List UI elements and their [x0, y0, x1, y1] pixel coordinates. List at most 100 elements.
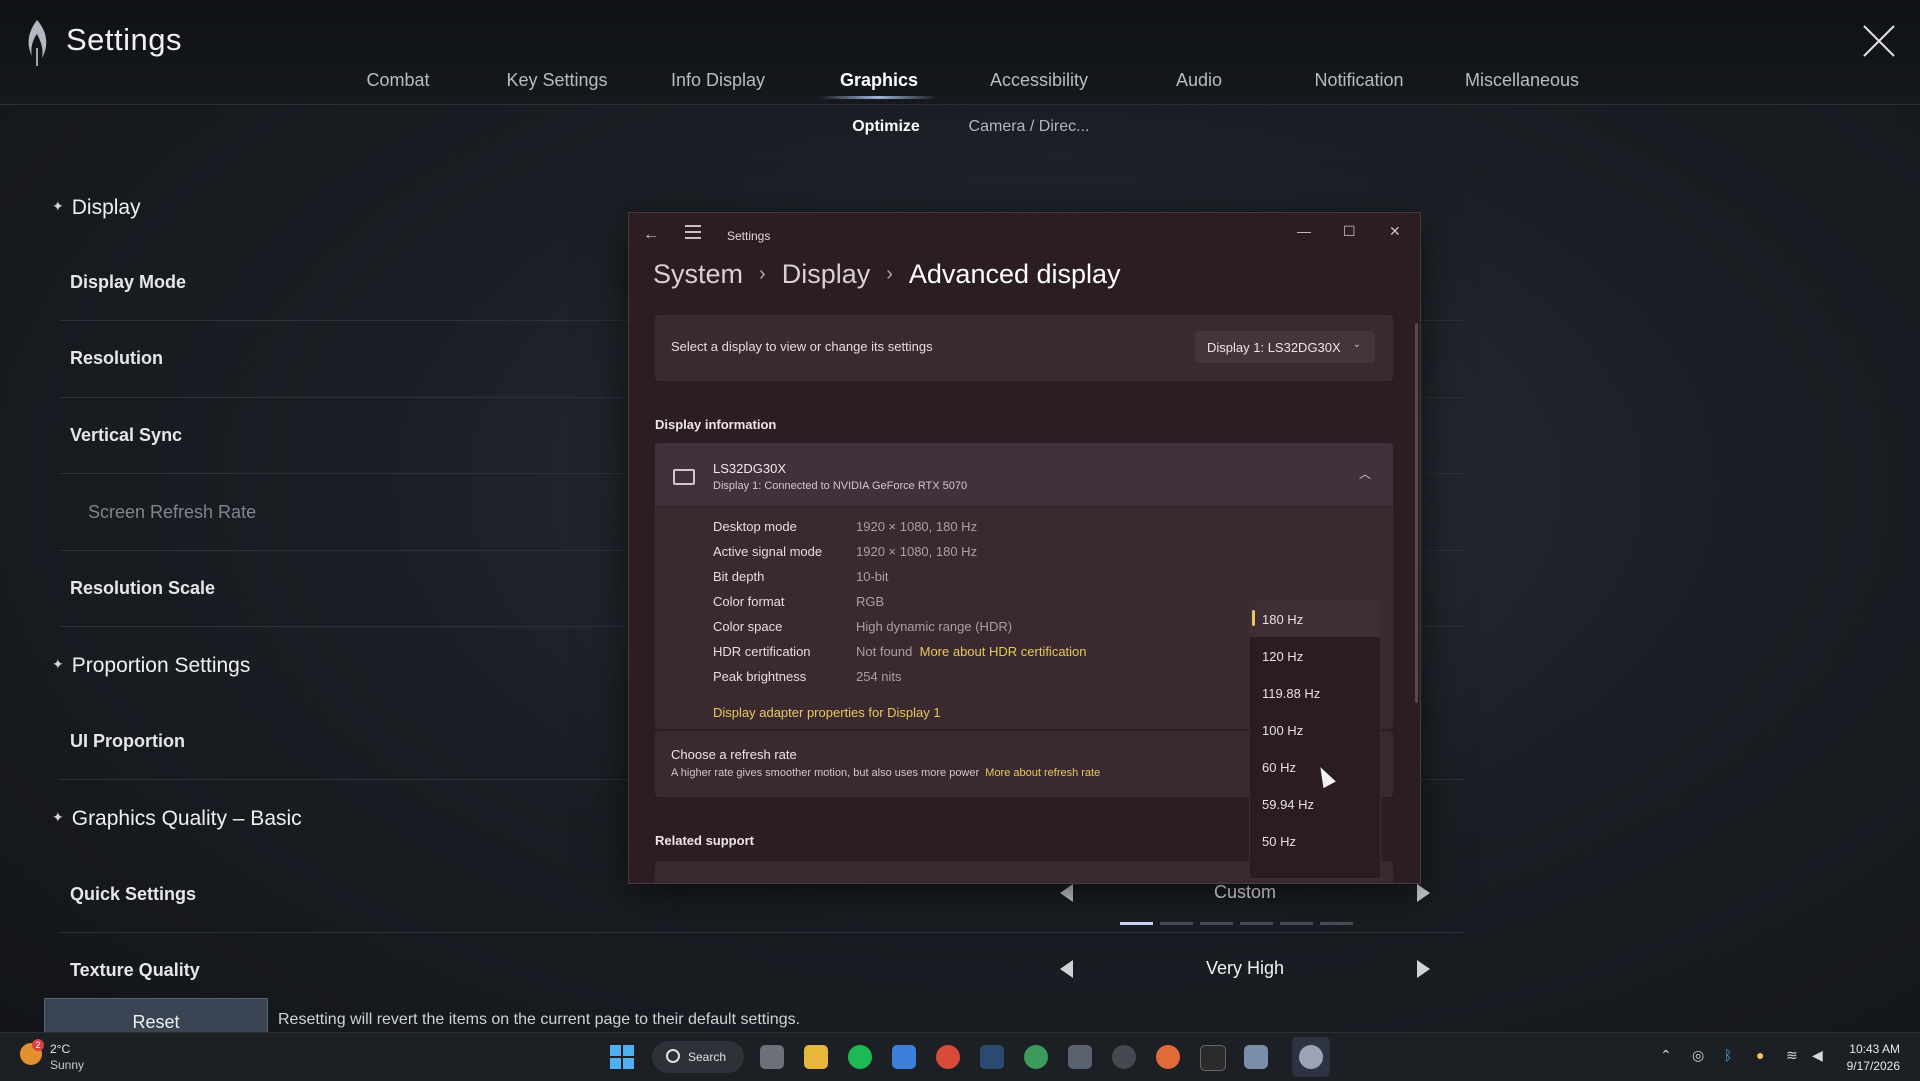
chevron-up-icon[interactable]: ⌃	[1660, 1047, 1672, 1064]
chevron-down-icon: ⌄	[1352, 339, 1361, 350]
microphone-icon[interactable]: ●	[1756, 1047, 1764, 1063]
hdr-certification-link[interactable]: More about HDR certification	[920, 644, 1087, 659]
info-value: 10-bit	[856, 569, 889, 584]
settings-gear-icon[interactable]	[1299, 1045, 1323, 1069]
close-icon[interactable]	[1860, 22, 1898, 60]
display-dropdown-value: Display 1: LS32DG30X	[1207, 340, 1341, 355]
window-title: Settings	[727, 229, 771, 243]
active-tab-indicator	[818, 96, 938, 99]
step-dot	[1240, 922, 1273, 925]
windows-start-icon[interactable]	[610, 1045, 634, 1069]
section-display-title: Display	[71, 196, 141, 219]
monitor-icon	[673, 469, 695, 485]
bluetooth-icon[interactable]: ᛒ	[1724, 1047, 1732, 1063]
setting-vertical-sync[interactable]: Vertical Sync	[70, 425, 182, 446]
maximize-icon[interactable]: ☐	[1343, 223, 1356, 240]
tab-miscellaneous[interactable]: Miscellaneous	[1465, 70, 1579, 91]
chevron-up-icon[interactable]: ︿	[1359, 465, 1371, 482]
refresh-option-100[interactable]: 100 Hz	[1250, 711, 1380, 748]
windows-settings-window: ← Settings — ☐ ✕ System › Display › Advanced…	[628, 212, 1421, 884]
info-key: Color space	[713, 619, 783, 634]
refresh-option-label: 100 Hz	[1262, 723, 1304, 738]
select-display-card: Select a display to view or change its s…	[655, 315, 1393, 381]
file-explorer-icon[interactable]	[804, 1045, 828, 1069]
display-dropdown[interactable]: Display 1: LS32DG30X ⌄	[1195, 331, 1375, 363]
window-close-icon[interactable]: ✕	[1389, 223, 1401, 240]
store-icon[interactable]	[892, 1045, 916, 1069]
breadcrumb-system[interactable]: System	[653, 259, 743, 289]
tab-combat[interactable]: Combat	[366, 70, 429, 91]
section-graphics-quality: ✦ Graphics Quality – Basic	[52, 807, 302, 831]
refresh-rate-desc: A higher rate gives smoother motion, but…	[671, 767, 1100, 779]
taskbar-search[interactable]: Search	[652, 1041, 744, 1073]
spotify-icon[interactable]	[848, 1045, 872, 1069]
setting-quick-settings[interactable]: Quick Settings	[70, 884, 196, 905]
refresh-option-120[interactable]: 120 Hz	[1250, 637, 1380, 674]
refresh-option-label: 180 Hz	[1262, 612, 1304, 627]
tab-accessibility[interactable]: Accessibility	[990, 70, 1088, 91]
monitor-connection: Display 1: Connected to NVIDIA GeForce R…	[713, 480, 968, 492]
taskbar: 2 2°C Sunny Search ⌃ ◎ ᛒ ● ≋ ◀ 10:43 AM …	[0, 1032, 1920, 1081]
step-dot	[1280, 922, 1313, 925]
monitor-name: LS32DG30X	[713, 461, 786, 476]
chrome-icon[interactable]	[936, 1045, 960, 1069]
subtab-camera-direction[interactable]: Camera / Direc...	[969, 118, 1090, 136]
texture-quality-next-button[interactable]	[1417, 960, 1430, 978]
volume-icon[interactable]: ◀	[1812, 1047, 1823, 1064]
display-info-header[interactable]: LS32DG30X Display 1: Connected to NVIDIA…	[655, 443, 1393, 505]
refresh-option-180[interactable]: 180 Hz	[1250, 600, 1380, 637]
setting-resolution[interactable]: Resolution	[70, 348, 163, 369]
section-display: ✦ Display	[52, 196, 141, 220]
subtab-optimize[interactable]: Optimize	[852, 118, 920, 136]
sub-tabs: Optimize Camera / Direc...	[0, 104, 1920, 152]
monitor-app-icon[interactable]	[1068, 1045, 1092, 1069]
wifi-icon[interactable]: ≋	[1786, 1047, 1798, 1064]
reset-note: Resetting will revert the items on the c…	[278, 1011, 801, 1028]
app-title: Settings	[66, 22, 183, 57]
adapter-properties-link[interactable]: Display adapter properties for Display 1	[713, 705, 941, 720]
clock-date[interactable]: 9/17/2026	[1847, 1059, 1900, 1073]
setting-display-mode[interactable]: Display Mode	[70, 272, 186, 293]
info-value: 254 nits	[856, 669, 902, 684]
chrome-alt-icon[interactable]	[1156, 1045, 1180, 1069]
setting-ui-proportion[interactable]: UI Proportion	[70, 731, 185, 752]
tray-app-icon[interactable]: ◎	[1692, 1047, 1704, 1064]
photos-icon[interactable]	[1244, 1045, 1268, 1069]
minimize-icon[interactable]: —	[1297, 223, 1311, 239]
refresh-option-59-94[interactable]: 59.94 Hz	[1250, 785, 1380, 822]
hamburger-menu-icon[interactable]	[685, 225, 701, 239]
refresh-option-50[interactable]: 50 Hz	[1250, 822, 1380, 859]
info-key: Bit depth	[713, 569, 765, 584]
setting-texture-quality[interactable]: Texture Quality	[70, 960, 200, 981]
epic-games-icon[interactable]	[1200, 1045, 1226, 1071]
breadcrumb: System › Display › Advanced display	[653, 259, 1121, 290]
window-scrollbar[interactable]	[1415, 323, 1418, 703]
obs-icon[interactable]	[1112, 1045, 1136, 1069]
display-info-heading: Display information	[655, 417, 777, 432]
search-label: Search	[688, 1050, 727, 1064]
info-key: Color format	[713, 594, 785, 609]
tab-key-settings[interactable]: Key Settings	[506, 70, 607, 91]
tab-notification[interactable]: Notification	[1314, 70, 1403, 91]
task-view-icon[interactable]	[760, 1045, 784, 1069]
weather-temp: 2°C	[50, 1042, 71, 1056]
weather-condition: Sunny	[50, 1058, 85, 1072]
clock-time[interactable]: 10:43 AM	[1849, 1042, 1900, 1056]
tab-graphics[interactable]: Graphics	[840, 70, 918, 91]
setting-screen-refresh-rate[interactable]: Screen Refresh Rate	[88, 502, 256, 523]
tab-info-display[interactable]: Info Display	[671, 70, 765, 91]
refresh-rate-link[interactable]: More about refresh rate	[985, 767, 1100, 779]
info-value: Not found More about HDR certification	[856, 644, 1087, 659]
tab-audio[interactable]: Audio	[1176, 70, 1222, 91]
chrome-profile-icon[interactable]	[1024, 1045, 1048, 1069]
breadcrumb-display[interactable]: Display	[782, 259, 871, 289]
refresh-option-119-88[interactable]: 119.88 Hz	[1250, 674, 1380, 711]
refresh-option-label: 60 Hz	[1262, 760, 1296, 775]
info-value: 1920 × 1080, 180 Hz	[856, 519, 978, 534]
quick-settings-next-button[interactable]	[1417, 884, 1430, 902]
refresh-option-60[interactable]: 60 Hz	[1250, 748, 1380, 785]
info-key: HDR certification	[713, 644, 811, 659]
back-arrow-icon[interactable]: ←	[643, 226, 659, 244]
steam-icon[interactable]	[980, 1045, 1004, 1069]
setting-resolution-scale[interactable]: Resolution Scale	[70, 578, 215, 599]
